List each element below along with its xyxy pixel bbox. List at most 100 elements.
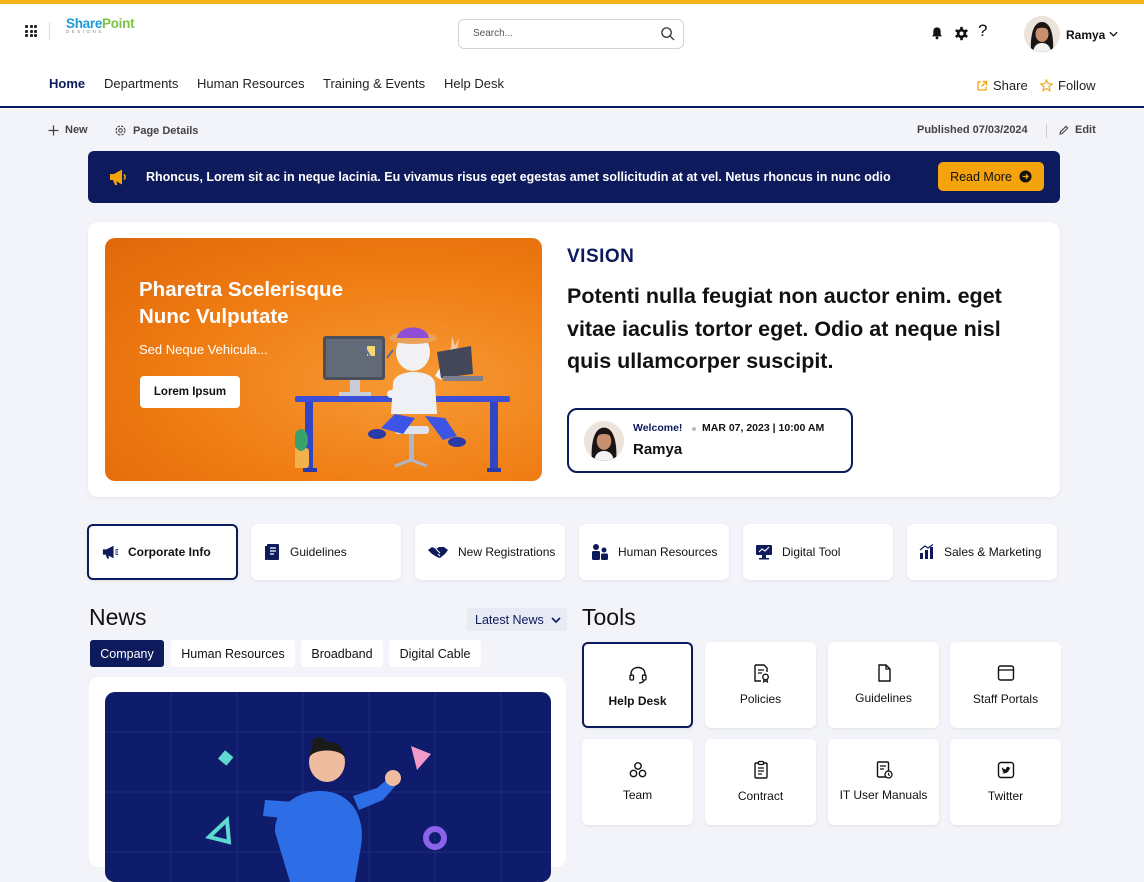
quicklink-label: Human Resources [618,545,718,559]
latest-news-dropdown[interactable]: Latest News [467,608,567,631]
document-icon [265,544,279,560]
share-icon [977,80,988,91]
read-more-label: Read More [950,169,1012,184]
quicklink-label: New Registrations [458,545,556,559]
avatar [584,421,624,461]
dropdown-label: Latest News [475,612,544,627]
people-icon [592,544,608,560]
divider [1046,124,1047,138]
tool-label: Guidelines [855,691,912,705]
quicklink-human-resources[interactable]: Human Resources [579,524,729,580]
news-tab-digital-cable[interactable]: Digital Cable [389,640,481,667]
follow-label: Follow [1058,78,1096,93]
gear-icon[interactable] [954,26,969,41]
top-header: SharePoint DESIGNS ? Ramya [0,4,1144,58]
megaphone-icon [110,169,126,185]
tool-twitter[interactable]: Twitter [950,739,1061,825]
quicklink-label: Guidelines [290,545,347,559]
tool-label: Help Desk [608,694,667,708]
star-icon [1040,79,1053,92]
quicklink-digital-tool[interactable]: Digital Tool [743,524,893,580]
search-box[interactable] [458,19,684,49]
page-details-button[interactable]: Page Details [114,124,198,137]
chevron-down-icon [551,616,561,623]
news-tab-broadband[interactable]: Broadband [301,640,383,667]
tool-staff-portals[interactable]: Staff Portals [950,642,1061,728]
welcome-name: Ramya [633,441,683,458]
quicklink-label: Digital Tool [782,545,841,559]
tool-team[interactable]: Team [582,739,693,825]
quicklink-sales-marketing[interactable]: Sales & Marketing [907,524,1057,580]
tool-label: IT User Manuals [839,788,928,802]
nav-training-events[interactable]: Training & Events [323,76,425,91]
twitter-icon [997,761,1014,779]
tool-label: Twitter [987,789,1024,803]
follow-button[interactable]: Follow [1040,78,1096,93]
app-launcher-icon[interactable] [25,25,37,37]
read-more-button[interactable]: Read More [938,162,1044,191]
lorem-ipsum-button[interactable]: Lorem Ipsum [140,376,240,408]
tool-guidelines[interactable]: Guidelines [828,642,939,728]
headset-icon [628,666,647,684]
manual-icon [876,761,893,779]
edit-label: Edit [1075,124,1096,136]
quicklink-new-registrations[interactable]: New Registrations [415,524,565,580]
welcome-datetime: MAR 07, 2023 | 10:00 AM [702,422,825,434]
tool-label: Contract [737,789,784,803]
bar-chart-icon [919,544,934,559]
search-input[interactable] [471,27,655,40]
avatar[interactable] [1024,16,1060,52]
tool-contract[interactable]: Contract [705,739,816,825]
news-heading: News [89,604,147,630]
tool-help-desk[interactable]: Help Desk [582,642,693,728]
tool-policies[interactable]: Policies [705,642,816,728]
vision-text: Potenti nulla feugiat non auctor enim. e… [567,284,1002,373]
tool-label: Staff Portals [972,692,1039,706]
tool-label: Team [622,788,653,802]
edit-button[interactable]: Edit [1059,124,1096,136]
welcome-card: Welcome! MAR 07, 2023 | 10:00 AM Ramya [567,408,853,473]
quicklink-corporate-info[interactable]: Corporate Info [87,524,238,580]
divider [49,22,50,40]
page-details-label: Page Details [133,124,199,137]
news-tab-company[interactable]: Company [90,640,164,667]
news-tab-human-resources[interactable]: Human Resources [171,640,295,667]
desk-worker-illustration [295,327,510,472]
bell-icon[interactable] [930,26,944,40]
nav-home[interactable]: Home [49,76,85,91]
site-logo[interactable]: SharePoint DESIGNS [66,16,138,44]
plus-icon [48,125,59,135]
chevron-down-icon[interactable] [1109,31,1118,37]
news-image [105,692,551,882]
share-label: Share [993,78,1028,93]
help-icon[interactable]: ? [978,21,987,41]
welcome-label: Welcome! [633,422,683,434]
published-date: Published 07/03/2024 [917,124,1028,136]
nav-departments[interactable]: Departments [104,76,178,91]
policy-icon [753,664,769,683]
megaphone-icon [102,545,119,559]
tool-it-user-manuals[interactable]: IT User Manuals [828,739,939,825]
search-icon[interactable] [660,26,675,41]
announcement-text: Rhoncus, Lorem sit ac in neque lacinia. … [146,170,891,184]
file-icon [877,664,891,682]
pencil-icon [1059,125,1069,135]
quicklink-label: Sales & Marketing [944,545,1042,559]
new-button[interactable]: New [48,124,88,136]
hero-section: Pharetra Scelerisque Nunc Vulputate Sed … [88,222,1060,497]
team-icon [629,762,646,778]
monitor-icon [756,545,772,560]
clipboard-icon [753,760,768,779]
quicklink-guidelines[interactable]: Guidelines [251,524,401,580]
hero-subtitle: Sed Neque Vehicula... [139,342,268,357]
nav-human-resources[interactable]: Human Resources [197,76,305,91]
settings-icon [115,125,126,136]
tool-label: Policies [739,692,782,706]
news-card[interactable] [89,677,566,882]
hero-banner: Pharetra Scelerisque Nunc Vulputate Sed … [105,238,542,481]
user-name[interactable]: Ramya [1066,28,1105,42]
site-navigation: Home Departments Human Resources Trainin… [0,58,1144,108]
tools-heading: Tools [582,604,636,630]
share-button[interactable]: Share [976,78,1028,93]
nav-help-desk[interactable]: Help Desk [444,76,504,91]
